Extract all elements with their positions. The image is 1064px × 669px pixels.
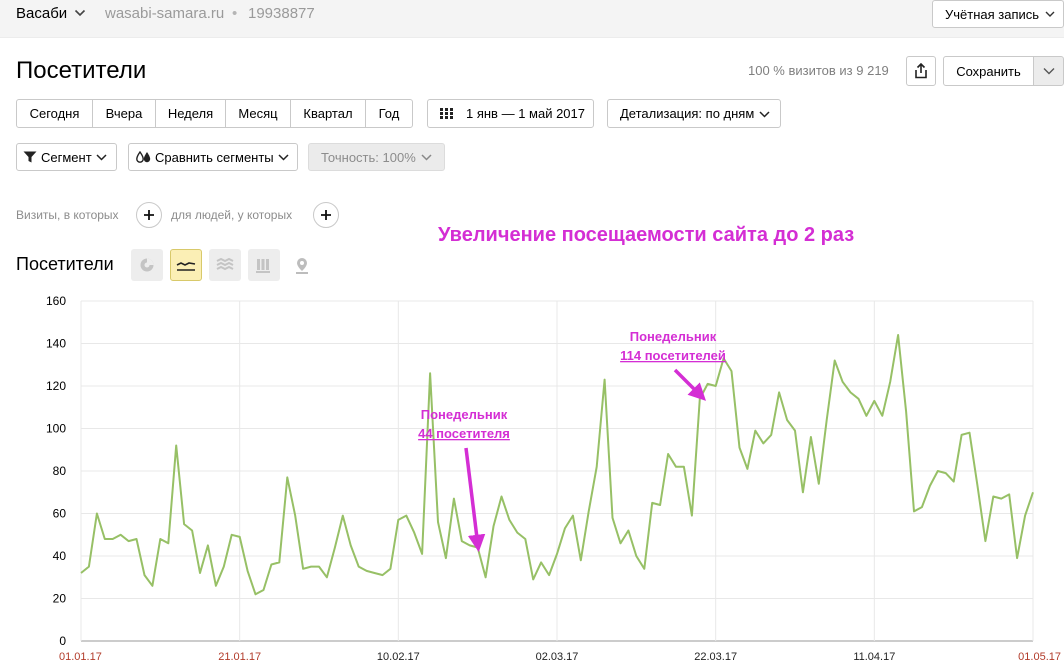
people-condition-label: для людей, у которых [171, 208, 293, 222]
plus-icon [144, 210, 154, 220]
annotation-arrow [464, 447, 486, 553]
annotation-day: Понедельник [630, 329, 717, 344]
detail-dropdown[interactable]: Детализация: по дням [607, 99, 781, 128]
accuracy-label: Точность: 100% [321, 149, 416, 165]
y-tick-label: 60 [53, 507, 67, 521]
bar-chart-icon [256, 258, 270, 273]
counter-id: 19938877 [248, 5, 315, 22]
pie-chart-icon [140, 258, 154, 272]
site-url: wasabi-samara.ru [105, 5, 225, 22]
area-view-button[interactable] [209, 249, 241, 281]
x-tick-label: 22.03.17 [694, 651, 737, 663]
account-label: Учётная запись [945, 6, 1040, 22]
x-tick-label: 21.01.17 [218, 651, 261, 663]
plus-icon [321, 210, 331, 220]
compare-label: Сравнить сегменты [155, 149, 274, 165]
y-tick-label: 120 [46, 379, 66, 393]
period-today-button[interactable]: Сегодня [16, 99, 93, 128]
add-people-condition-button[interactable] [313, 202, 339, 228]
chevron-down-icon [759, 110, 770, 118]
y-tick-label: 80 [53, 464, 67, 478]
chart-title: Посетители [16, 254, 114, 274]
annotation-count: 114 посетителей [620, 348, 726, 363]
x-tick-label: 01.05.17 [1018, 651, 1061, 663]
save-options-button[interactable] [1033, 56, 1064, 86]
segment-dropdown[interactable]: Сегмент [16, 143, 117, 171]
chevron-down-icon [421, 154, 432, 161]
pie-view-button[interactable] [131, 249, 163, 281]
save-button[interactable]: Сохранить [943, 56, 1034, 86]
map-view-button[interactable] [291, 255, 313, 277]
date-range-picker[interactable]: 1 янв — 1 май 2017 [427, 99, 594, 128]
chevron-down-icon[interactable] [74, 6, 86, 20]
period-selector: Сегодня Вчера Неделя Месяц Квартал Год [16, 99, 413, 128]
area-chart-icon [216, 258, 234, 271]
visitors-chart: 0 20 40 60 80 100 120 140 160 01.01.17 21.01.17 10.… [0, 290, 1064, 669]
add-visit-condition-button[interactable] [136, 202, 162, 228]
y-tick-label: 160 [46, 294, 66, 308]
y-tick-label: 40 [53, 549, 67, 563]
period-week-button[interactable]: Неделя [155, 99, 226, 128]
x-tick-label: 11.04.17 [853, 651, 895, 663]
annotation-count: 44 посетителя [418, 426, 510, 441]
line-chart-icon [176, 262, 196, 271]
chevron-down-icon [278, 154, 289, 161]
bar-view-button[interactable] [248, 249, 280, 281]
period-month-button[interactable]: Месяц [225, 99, 291, 128]
filter-icon [23, 151, 37, 163]
chevron-down-icon [1043, 68, 1054, 75]
y-tick-label: 0 [59, 634, 66, 648]
period-year-button[interactable]: Год [365, 99, 413, 128]
segment-label: Сегмент [41, 149, 92, 165]
y-tick-label: 100 [46, 422, 66, 436]
line-chart: 0 20 40 60 80 100 120 140 160 01.01.17 21.01.17 10.… [46, 294, 1061, 663]
map-icon [296, 258, 308, 274]
x-tick-label: 01.01.17 [59, 651, 102, 663]
calendar-icon [440, 108, 453, 119]
counter-selector[interactable]: Васаби [16, 5, 67, 22]
x-tick-label: 10.02.17 [377, 651, 420, 663]
annotation-arrow [673, 368, 706, 401]
page-title: Посетители [16, 57, 147, 84]
date-range-label: 1 янв — 1 май 2017 [466, 106, 585, 121]
period-yesterday-button[interactable]: Вчера [92, 99, 156, 128]
y-tick-label: 140 [46, 337, 66, 351]
headline-annotation: Увеличение посещаемости сайта до 2 раз [438, 224, 855, 246]
separator-dot: • [232, 5, 238, 22]
chevron-down-icon [96, 154, 107, 161]
top-bar: Васаби wasabi-samara.ru • 19938877 Учётн… [0, 0, 1064, 38]
line-view-button[interactable] [170, 249, 202, 281]
x-tick-label: 02.03.17 [536, 651, 579, 663]
export-button[interactable] [906, 56, 936, 86]
accuracy-dropdown[interactable]: Точность: 100% [308, 143, 445, 171]
period-quarter-button[interactable]: Квартал [290, 99, 366, 128]
compare-segments-dropdown[interactable]: Сравнить сегменты [128, 143, 298, 171]
detail-label: Детализация: по дням [620, 106, 755, 121]
share-icon [915, 63, 927, 79]
visits-condition-label: Визиты, в которых [16, 208, 119, 222]
compare-drops-icon [136, 150, 151, 163]
annotation-day: Понедельник [421, 407, 508, 422]
chevron-down-icon [1045, 11, 1055, 17]
account-button[interactable]: Учётная запись [932, 0, 1064, 28]
y-tick-label: 20 [53, 592, 67, 606]
visits-info: 100 % визитов из 9 219 [748, 63, 889, 78]
